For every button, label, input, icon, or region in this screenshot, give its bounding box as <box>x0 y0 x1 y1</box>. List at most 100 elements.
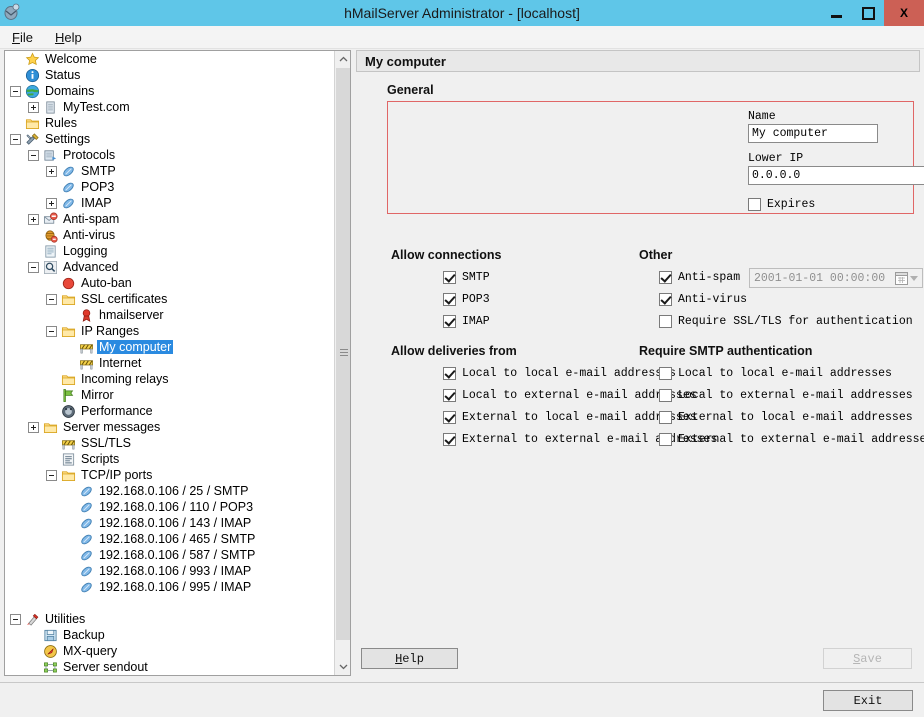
allow-deliveries-row-0[interactable]: Local to local e-mail addresses <box>443 365 676 382</box>
other-row-2[interactable]: Require SSL/TLS for authentication <box>659 313 924 330</box>
lower-ip-input[interactable] <box>748 166 924 185</box>
tree-item-mirror[interactable]: Mirror <box>5 387 335 403</box>
tree-item-welcome[interactable]: Welcome <box>5 51 335 67</box>
allow-deliveries-checkbox-2[interactable] <box>443 411 456 424</box>
allow-connections-heading: Allow connections <box>391 248 502 262</box>
tree-item-tcp-ip-ports[interactable]: TCP/IP ports <box>5 467 335 483</box>
other-row-1[interactable]: Anti-virus <box>659 291 924 308</box>
tree-item-label: SSL/TLS <box>81 436 132 450</box>
menu-help[interactable]: Help <box>45 28 92 47</box>
help-button[interactable]: Help <box>361 648 458 669</box>
tree-item-mx-query[interactable]: MX-query <box>5 643 335 659</box>
tree-item-mytest-com[interactable]: MyTest.com <box>5 99 335 115</box>
expand-icon[interactable] <box>28 101 39 113</box>
tree-item-192-168-0-106-465-smtp[interactable]: 192.168.0.106 / 465 / SMTP <box>5 531 335 547</box>
allow-connections-checkbox-2[interactable] <box>443 315 456 328</box>
tree-item-ip-ranges[interactable]: IP Ranges <box>5 323 335 339</box>
tree-item-smtp[interactable]: SMTP <box>5 163 335 179</box>
tree-item-192-168-0-106-587-smtp[interactable]: 192.168.0.106 / 587 / SMTP <box>5 547 335 563</box>
expand-icon[interactable] <box>46 197 57 209</box>
expand-icon[interactable] <box>28 213 39 225</box>
collapse-icon[interactable] <box>46 293 57 305</box>
tree-item-server-messages[interactable]: Server messages <box>5 419 335 435</box>
scrollbar-thumb[interactable] <box>336 68 350 640</box>
collapse-icon[interactable] <box>46 469 57 481</box>
exit-button[interactable]: Exit <box>823 690 913 711</box>
tree-item-my-computer[interactable]: My computer <box>5 339 335 355</box>
tree-item-192-168-0-106-995-imap[interactable]: 192.168.0.106 / 995 / IMAP <box>5 579 335 595</box>
allow-deliveries-row-3[interactable]: External to external e-mail addresses <box>443 431 717 448</box>
tree-item-192-168-0-106-25-smtp[interactable]: 192.168.0.106 / 25 / SMTP <box>5 483 335 499</box>
close-button[interactable]: X <box>884 0 924 26</box>
allow-deliveries-checkbox-1[interactable] <box>443 389 456 402</box>
tree-item-192-168-0-106-143-imap[interactable]: 192.168.0.106 / 143 / IMAP <box>5 515 335 531</box>
tree-item-anti-spam[interactable]: Anti-spam <box>5 211 335 227</box>
other-row-0[interactable]: Anti-spam <box>659 269 924 286</box>
require-smtp-auth-row-1[interactable]: Local to external e-mail addresses <box>659 387 924 404</box>
other-checkbox-0[interactable] <box>659 271 672 284</box>
menu-file[interactable]: File <box>2 28 43 47</box>
tree-item-domains[interactable]: Domains <box>5 83 335 99</box>
tree-item-protocols[interactable]: Protocols <box>5 147 335 163</box>
tree-item-status[interactable]: Status <box>5 67 335 83</box>
tree-item-advanced[interactable]: Advanced <box>5 259 335 275</box>
tree-item-imap[interactable]: IMAP <box>5 195 335 211</box>
tree-item-rules[interactable]: Rules <box>5 115 335 131</box>
tree-item-anti-virus[interactable]: Anti-virus <box>5 227 335 243</box>
other-section: Other Anti-spam Anti-virus Require SSL/TLS… <box>639 248 924 335</box>
tree-item-incoming-relays[interactable]: Incoming relays <box>5 371 335 387</box>
require-smtp-auth-checkbox-0[interactable] <box>659 367 672 380</box>
expires-checkbox-row[interactable]: Expires <box>748 196 815 213</box>
allow-connections-row-2[interactable]: IMAP <box>443 313 661 330</box>
allow-deliveries-checkbox-0[interactable] <box>443 367 456 380</box>
other-checkbox-2[interactable] <box>659 315 672 328</box>
tree-item-utilities[interactable]: Utilities <box>5 611 335 627</box>
collapse-icon[interactable] <box>10 613 21 625</box>
tree-item-scripts[interactable]: Scripts <box>5 451 335 467</box>
scroll-down-button[interactable] <box>335 658 350 675</box>
tree-item-performance[interactable]: Performance <box>5 403 335 419</box>
allow-deliveries-checkbox-3[interactable] <box>443 433 456 446</box>
collapse-icon[interactable] <box>46 325 57 337</box>
name-input[interactable] <box>748 124 878 143</box>
require-smtp-auth-checkbox-3[interactable] <box>659 433 672 446</box>
collapse-icon[interactable] <box>10 133 21 145</box>
allow-connections-row-0[interactable]: SMTP <box>443 269 661 286</box>
expand-icon[interactable] <box>46 165 57 177</box>
allow-connections-row-1[interactable]: POP3 <box>443 291 661 308</box>
allow-connections-checkbox-0[interactable] <box>443 271 456 284</box>
navigation-tree[interactable]: Welcome Status Domains MyTest.com Rules Setti… <box>5 51 335 675</box>
allow-deliveries-row-2[interactable]: External to local e-mail addresses <box>443 409 697 426</box>
tree-item-backup[interactable]: Backup <box>5 627 335 643</box>
collapse-icon[interactable] <box>10 85 21 97</box>
tree-item-settings[interactable]: Settings <box>5 131 335 147</box>
expand-icon[interactable] <box>28 421 39 433</box>
minimize-button[interactable] <box>820 0 852 26</box>
maximize-button[interactable] <box>852 0 884 26</box>
tree-item-hmailserver[interactable]: hmailserver <box>5 307 335 323</box>
tree-item-auto-ban[interactable]: Auto-ban <box>5 275 335 291</box>
tree-item-ssl-certificates[interactable]: SSL certificates <box>5 291 335 307</box>
allow-deliveries-section: Allow deliveries from Local to local e-m… <box>391 344 717 453</box>
collapse-icon[interactable] <box>28 261 39 273</box>
require-smtp-auth-row-0[interactable]: Local to local e-mail addresses <box>659 365 924 382</box>
tree-item-internet[interactable]: Internet <box>5 355 335 371</box>
scroll-up-button[interactable] <box>335 51 350 68</box>
tree-item-ssl-tls[interactable]: SSL/TLS <box>5 435 335 451</box>
tree-item-logging[interactable]: Logging <box>5 243 335 259</box>
tree-item-server-sendout[interactable]: Server sendout <box>5 659 335 675</box>
require-smtp-auth-checkbox-1[interactable] <box>659 389 672 402</box>
collapse-icon[interactable] <box>28 149 39 161</box>
require-smtp-auth-checkbox-2[interactable] <box>659 411 672 424</box>
allow-connections-checkbox-1[interactable] <box>443 293 456 306</box>
tree-item-pop3[interactable]: POP3 <box>5 179 335 195</box>
tree-item-192-168-0-106-993-imap[interactable]: 192.168.0.106 / 993 / IMAP <box>5 563 335 579</box>
require-smtp-auth-row-3[interactable]: External to external e-mail addresses <box>659 431 924 448</box>
require-smtp-auth-row-2[interactable]: External to local e-mail addresses <box>659 409 924 426</box>
expires-checkbox[interactable] <box>748 198 761 211</box>
tree-item-192-168-0-106-110-pop3[interactable]: 192.168.0.106 / 110 / POP3 <box>5 499 335 515</box>
tree-item-label: Logging <box>63 244 108 258</box>
other-checkbox-1[interactable] <box>659 293 672 306</box>
tree-scrollbar[interactable] <box>334 51 350 675</box>
allow-deliveries-row-1[interactable]: Local to external e-mail addresses <box>443 387 697 404</box>
